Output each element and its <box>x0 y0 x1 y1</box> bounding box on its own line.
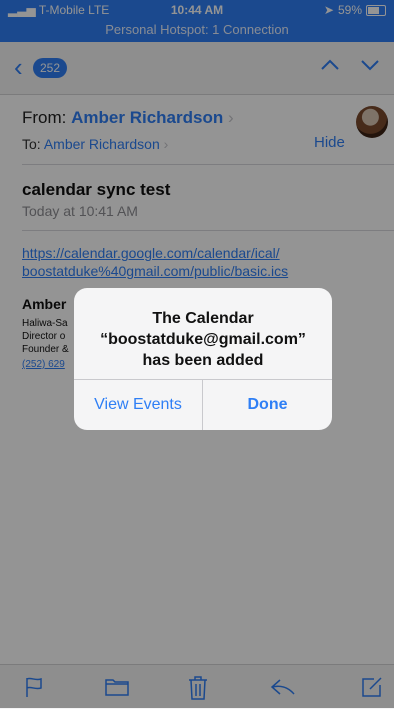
alert-line-1: The Calendar <box>152 310 254 327</box>
calendar-added-alert: The Calendar “boostatduke@gmail.com” has… <box>74 288 332 430</box>
alert-line-2: “boostatduke@gmail.com” <box>100 331 306 348</box>
view-events-button[interactable]: View Events <box>74 380 202 430</box>
alert-message: The Calendar “boostatduke@gmail.com” has… <box>74 308 332 371</box>
alert-line-3: has been added <box>142 352 264 369</box>
done-button[interactable]: Done <box>203 380 332 430</box>
